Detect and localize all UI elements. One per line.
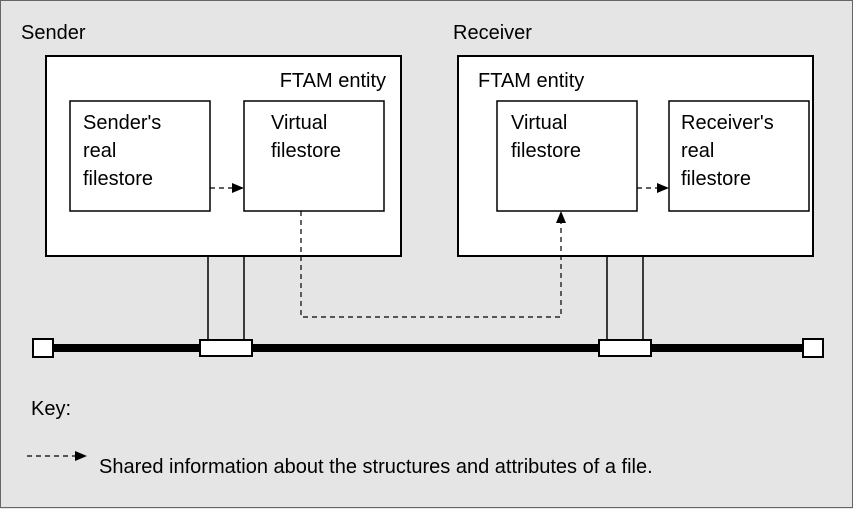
receiver-entity-label: FTAM entity [478,70,584,92]
sender-entity-label: FTAM entity [280,70,386,92]
receiver-real-filestore-l1: Receiver's [681,112,774,134]
bus-connector-sender [200,340,252,356]
sender-real-filestore-l2: real [83,140,116,162]
key-arrow-description: Shared information about the structures … [99,456,653,478]
sender-real-filestore-l3: filestore [83,168,153,190]
sender-virtual-filestore-l2: filestore [271,140,341,162]
sender-virtual-filestore-l1: Virtual [271,112,327,134]
bus-terminator-right [803,339,823,357]
receiver-label: Receiver [453,22,532,44]
key-heading: Key: [31,398,71,420]
bus-terminator-left [33,339,53,357]
sender-label: Sender [21,22,86,44]
network-bus-line [33,344,823,352]
key-arrowhead-icon [75,451,87,461]
bus-connector-receiver [599,340,651,356]
receiver-virtual-filestore-l1: Virtual [511,112,567,134]
sender-real-filestore-l1: Sender's [83,112,161,134]
receiver-real-filestore-l2: real [681,140,714,162]
receiver-real-filestore-l3: filestore [681,168,751,190]
receiver-virtual-filestore-l2: filestore [511,140,581,162]
